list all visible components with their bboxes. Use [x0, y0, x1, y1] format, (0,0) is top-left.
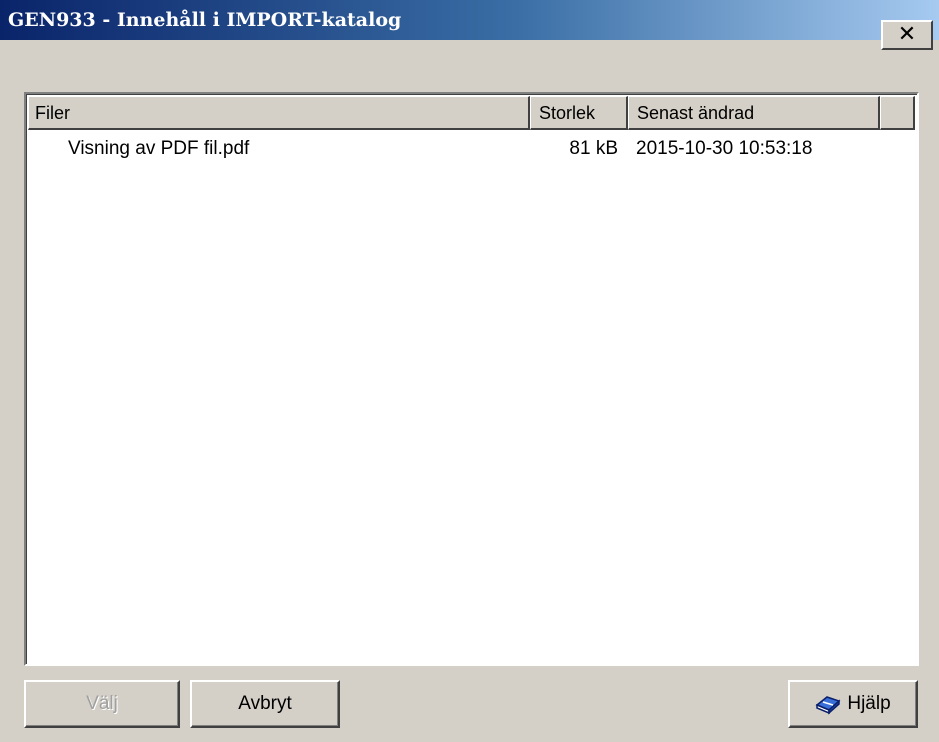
- title-bar[interactable]: GEN933 - Innehåll i IMPORT-katalog: [0, 0, 939, 40]
- list-header: Filer Storlek Senast ändrad: [28, 96, 915, 130]
- select-button-label: Välj: [86, 693, 118, 714]
- window-title: GEN933 - Innehåll i IMPORT-katalog: [8, 9, 402, 31]
- help-book-icon: [815, 693, 841, 715]
- select-button[interactable]: Välj: [24, 680, 180, 728]
- column-header-filler: [880, 96, 915, 130]
- close-button[interactable]: ✕: [881, 20, 933, 50]
- file-list[interactable]: Filer Storlek Senast ändrad Visning av P…: [24, 92, 919, 666]
- file-modified: 2015-10-30 10:53:18: [636, 138, 813, 159]
- help-button-label: Hjälp: [847, 693, 891, 714]
- cancel-button-label: Avbryt: [238, 693, 292, 714]
- cancel-button[interactable]: Avbryt: [190, 680, 340, 728]
- column-header-size[interactable]: Storlek: [530, 96, 628, 130]
- close-icon: ✕: [897, 22, 917, 47]
- list-item[interactable]: Visning av PDF fil.pdf 81 kB 2015-10-30 …: [28, 132, 915, 166]
- help-button[interactable]: Hjälp: [788, 680, 918, 728]
- column-header-modified[interactable]: Senast ändrad: [628, 96, 880, 130]
- file-size: 81 kB: [569, 138, 618, 159]
- column-header-files[interactable]: Filer: [28, 96, 530, 130]
- dialog-window: GEN933 - Innehåll i IMPORT-katalog ✕ Fil…: [0, 0, 939, 742]
- file-name: Visning av PDF fil.pdf: [68, 138, 250, 159]
- list-body: Visning av PDF fil.pdf 81 kB 2015-10-30 …: [28, 132, 915, 166]
